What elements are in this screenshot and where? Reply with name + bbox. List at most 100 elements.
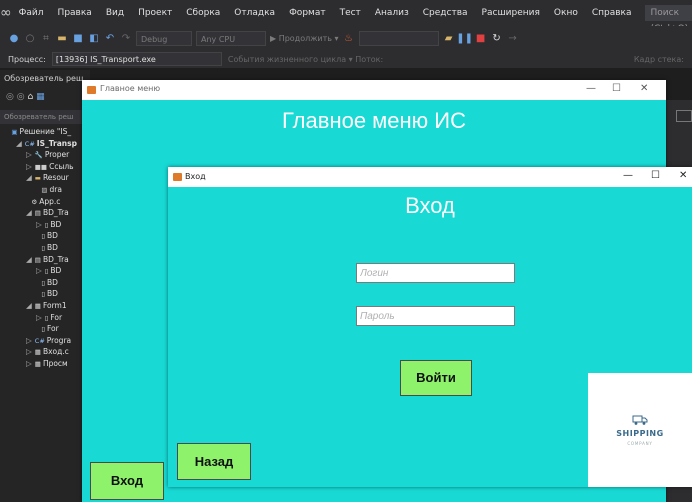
tree-item[interactable]: ▷ ▯ For: [36, 312, 62, 323]
tree-item[interactable]: ▷ ■■ Ссыль: [26, 161, 74, 172]
tree-expander-icon[interactable]: ◢: [26, 255, 32, 264]
tree-item[interactable]: ▷ ▯ BD: [36, 265, 61, 276]
menu-item[interactable]: Проект: [131, 8, 179, 18]
undo-icon[interactable]: ↶: [104, 32, 116, 44]
login-button[interactable]: Войти: [400, 360, 472, 396]
password-input[interactable]: [356, 306, 515, 326]
tree-item[interactable]: ◢ ▬ Resour: [26, 172, 69, 183]
tree-expander-icon[interactable]: ◢: [16, 139, 22, 148]
tree-item[interactable]: ◢ ▦ Form1: [26, 300, 67, 311]
minimize-button[interactable]: —: [623, 170, 633, 181]
fire-icon[interactable]: ♨: [343, 32, 355, 44]
menu-item[interactable]: Правка: [51, 8, 99, 18]
solution-explorer-search[interactable]: Обозреватель реш: [0, 110, 90, 124]
forward-icon[interactable]: ○: [24, 32, 36, 44]
tree-expander-icon[interactable]: ▷: [26, 347, 32, 356]
tree-expander-icon[interactable]: ▷: [26, 150, 32, 159]
window-app-icon: [87, 86, 96, 94]
back-icon[interactable]: ●: [8, 32, 20, 44]
sync-icon[interactable]: ▦: [36, 92, 45, 102]
tree-expander-icon[interactable]: ▷: [26, 359, 32, 368]
tree-expander-icon[interactable]: [36, 289, 38, 298]
minimize-button[interactable]: —: [586, 83, 596, 94]
maximize-button[interactable]: ☐: [651, 170, 660, 181]
maximize-button[interactable]: ☐: [612, 83, 621, 94]
close-button[interactable]: ✕: [679, 170, 687, 181]
tree-expander-icon[interactable]: ◢: [26, 301, 32, 310]
tree-item[interactable]: ⚙ App.c: [26, 196, 60, 207]
tree-expander-icon[interactable]: [36, 278, 38, 287]
save-all-icon[interactable]: ◧: [88, 32, 100, 44]
enter-button[interactable]: Вход: [90, 462, 164, 500]
tree-item[interactable]: ◢ ▤ BD_Tra: [26, 207, 69, 218]
tree-expander-icon[interactable]: ▷: [36, 266, 42, 275]
menu-item[interactable]: Справка: [585, 8, 639, 18]
tab-dropdown-icon[interactable]: [676, 110, 692, 122]
tree-item[interactable]: ▨ dra: [36, 184, 62, 195]
tree-item[interactable]: ◢ C# IS_Transp: [16, 138, 77, 149]
menu-item[interactable]: Средства: [416, 8, 475, 18]
tree-item[interactable]: ▯ BD: [36, 288, 58, 299]
menu-item[interactable]: Сборка: [179, 8, 227, 18]
save-icon[interactable]: ■: [72, 32, 84, 44]
redo-icon[interactable]: ↷: [120, 32, 132, 44]
lifecycle-events[interactable]: События жизненного цикла ▾ Поток:: [228, 55, 383, 64]
menu-item[interactable]: Расширения: [475, 8, 547, 18]
tree-expander-icon[interactable]: [36, 243, 38, 252]
tree-item[interactable]: ▯ BD: [36, 230, 58, 241]
tree-expander-icon[interactable]: [6, 127, 8, 136]
tree-expander-icon[interactable]: ◢: [26, 208, 32, 217]
menu-item[interactable]: Анализ: [368, 8, 416, 18]
search-input[interactable]: Поиск (Ctrl+Q): [644, 5, 692, 34]
tree-item[interactable]: ▷ ▦ Вход.c: [26, 346, 69, 357]
back-button[interactable]: Назад: [177, 443, 251, 480]
file-icon: ▯: [41, 325, 45, 334]
process-select[interactable]: [13936] IS_Transport.exe: [51, 52, 222, 66]
menu-item[interactable]: Тест: [333, 8, 368, 18]
tree-item[interactable]: ▯ BD: [36, 242, 58, 253]
tree-expander-icon[interactable]: ▷: [26, 336, 32, 345]
database-icon: ▤: [34, 209, 41, 218]
menu-item[interactable]: Отладка: [227, 8, 282, 18]
tree-expander-icon[interactable]: ▷: [36, 220, 42, 229]
configuration-select[interactable]: Debug: [136, 30, 192, 46]
open-folder-icon[interactable]: ▬: [56, 32, 68, 44]
step-over-icon[interactable]: →: [507, 32, 519, 44]
menu-item[interactable]: Окно: [547, 8, 585, 18]
menu-item[interactable]: Формат: [282, 8, 333, 18]
tree-item[interactable]: ▣ Решение "IS_: [6, 126, 71, 137]
forward-icon[interactable]: ◎: [17, 92, 25, 102]
tree-expander-icon[interactable]: ▷: [36, 313, 42, 322]
home-icon[interactable]: ⌂: [27, 92, 33, 102]
tree-item[interactable]: ▷ 🔧 Proper: [26, 149, 69, 160]
process-target-select[interactable]: [358, 30, 439, 46]
back-icon[interactable]: ◎: [6, 92, 14, 102]
tree-expander-icon[interactable]: [36, 324, 38, 333]
stop-icon[interactable]: ■: [475, 32, 487, 44]
platform-select[interactable]: Any CPU: [196, 30, 266, 46]
continue-button[interactable]: ▶ Продолжить ▾: [270, 34, 339, 43]
login-input[interactable]: [356, 263, 515, 283]
menu-item[interactable]: Файл: [12, 8, 51, 18]
tree-item[interactable]: ▷ C# Progra: [26, 335, 71, 346]
tree-expander-icon[interactable]: ▷: [26, 162, 32, 171]
tree-item[interactable]: ▯ For: [36, 323, 58, 334]
step-icon[interactable]: ▰: [443, 32, 455, 44]
menu-item[interactable]: Вид: [99, 8, 131, 18]
tree-expander-icon[interactable]: ◢: [26, 173, 32, 182]
tree-expander-icon[interactable]: [26, 197, 28, 206]
tree-item[interactable]: ▷ ▦ Просм: [26, 358, 68, 369]
tree-item[interactable]: ◢ ▤ BD_Tra: [26, 254, 69, 265]
tree-expander-icon[interactable]: [36, 231, 38, 240]
close-button[interactable]: ✕: [640, 83, 648, 94]
tree-item[interactable]: ▯ BD: [36, 277, 58, 288]
restart-icon[interactable]: ↻: [491, 32, 503, 44]
tree-item-label: Proper: [44, 150, 70, 160]
pause-icon[interactable]: ❚❚: [456, 32, 473, 44]
menu-items: Файл Правка Вид Проект Сборка Отладка Формат Те…: [12, 8, 639, 18]
tree-item-label: BD: [46, 289, 58, 299]
tree-item-label: Resour: [42, 173, 69, 183]
tree-expander-icon[interactable]: [36, 185, 38, 194]
tree-item[interactable]: ▷ ▯ BD: [36, 219, 61, 230]
new-item-icon[interactable]: ⌗: [40, 32, 52, 44]
